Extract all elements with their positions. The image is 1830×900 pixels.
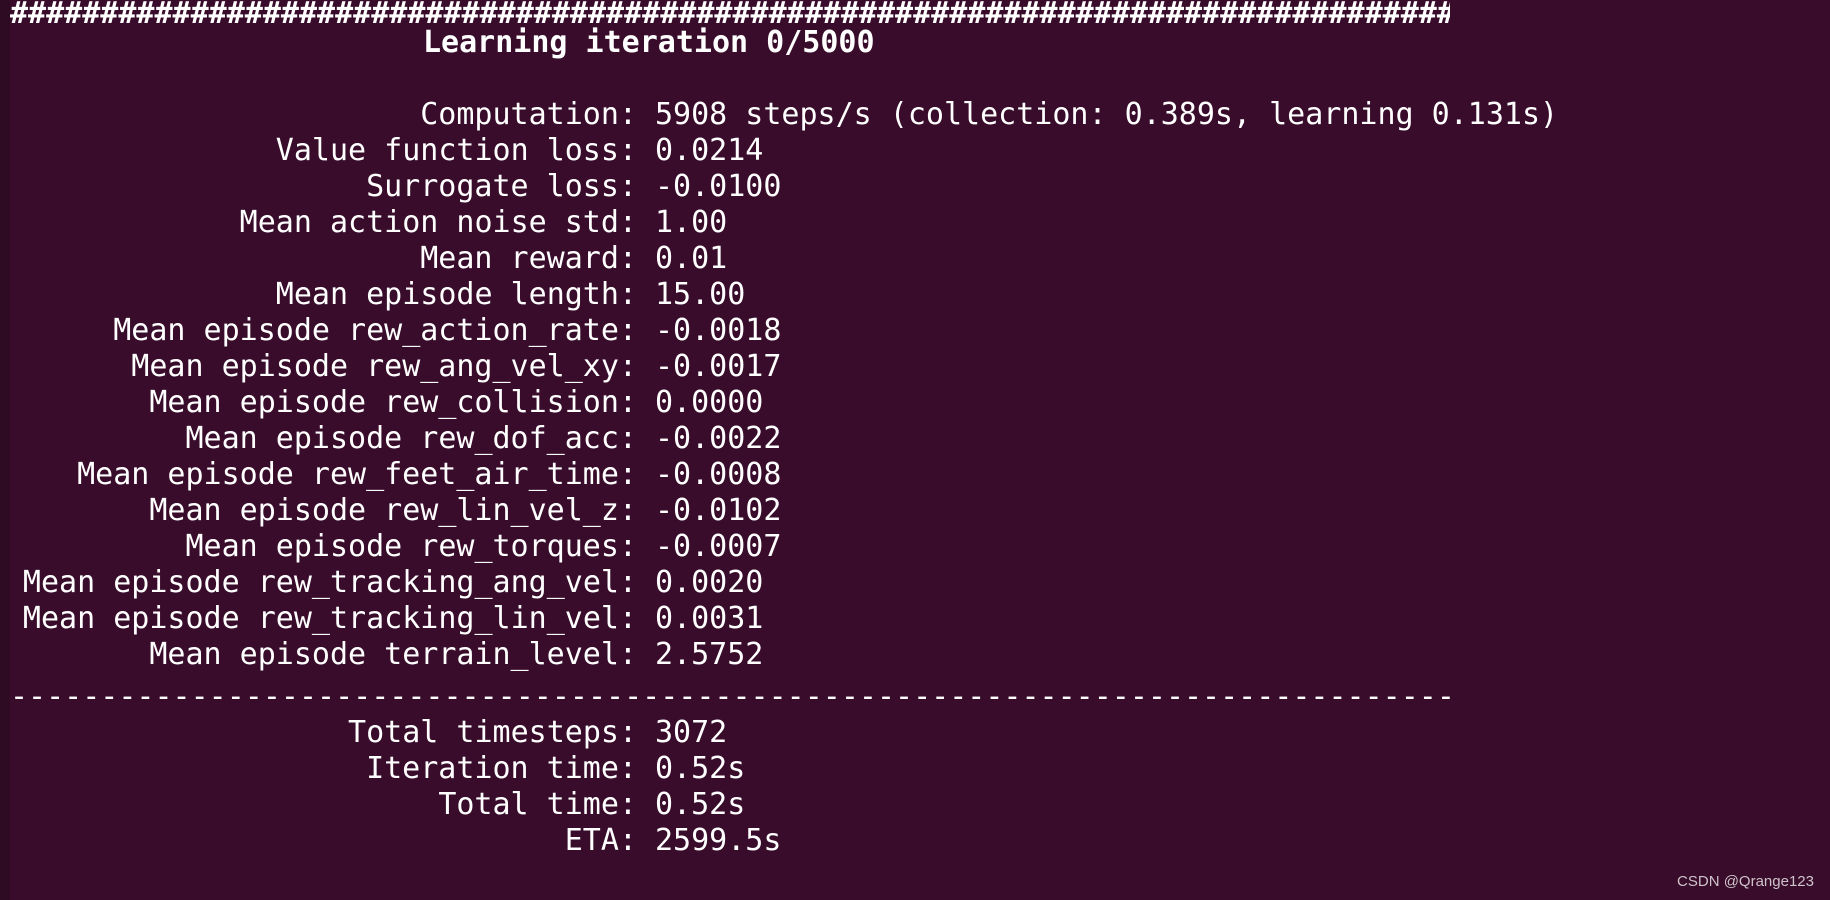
terminal-window[interactable]: ########################################… (0, 0, 1830, 900)
stat-value: 1.00 (655, 205, 728, 240)
stat-value: 15.00 (655, 277, 746, 312)
summary-row: Total timesteps: 3072 (10, 715, 727, 751)
stat-row: Mean episode rew_ang_vel_xy: -0.0017 (10, 349, 781, 385)
stat-row: Mean episode rew_tracking_ang_vel: 0.0020 (10, 565, 763, 601)
summary-label: Total timesteps: (348, 715, 637, 750)
summary-label: Iteration time: (366, 751, 637, 786)
stat-row: Value function loss: 0.0214 (10, 133, 764, 169)
stat-label: Mean episode rew_tracking_ang_vel: (22, 565, 637, 600)
learning-iteration-title: Learning iteration 0/5000 (423, 25, 875, 60)
stat-value: -0.0022 (655, 421, 782, 456)
watermark: CSDN @Qrange123 (1677, 873, 1814, 890)
stat-label: Mean episode rew_action_rate: (113, 313, 637, 348)
stat-value: -0.0100 (655, 169, 782, 204)
summary-value: 2599.5s (655, 823, 782, 858)
stat-label: Value function loss: (275, 133, 637, 168)
stat-label: Mean episode rew_torques: (185, 529, 637, 564)
stat-value: 0.0000 (655, 385, 764, 420)
stat-label: Surrogate loss: (366, 169, 637, 204)
stat-value: -0.0007 (655, 529, 782, 564)
stat-value: 0.0214 (655, 133, 764, 168)
stat-row: Mean episode length: 15.00 (10, 277, 746, 313)
summary-value: 3072 (655, 715, 728, 750)
summary-value: 0.52s (655, 787, 746, 822)
stat-value: -0.0008 (655, 457, 782, 492)
stat-row: Surrogate loss: -0.0100 (10, 169, 781, 205)
summary-label: ETA: (564, 823, 637, 858)
stat-label: Mean episode rew_dof_acc: (185, 421, 637, 456)
stat-row: Mean action noise std: 1.00 (10, 205, 728, 241)
stat-label: Mean episode rew_lin_vel_z: (149, 493, 637, 528)
stat-label: Computation: (420, 97, 637, 132)
stat-value: -0.0102 (655, 493, 782, 528)
stat-row: Mean reward: 0.01 (10, 241, 727, 277)
stat-row: Mean episode rew_action_rate: -0.0018 (10, 313, 781, 349)
summary-value: 0.52s (655, 751, 746, 786)
stat-row: Mean episode rew_feet_air_time: -0.0008 (10, 457, 781, 493)
stat-row: Mean episode rew_dof_acc: -0.0022 (10, 421, 781, 457)
stat-row: Computation: 5908 steps/s (collection: 0.… (10, 97, 1558, 133)
stat-row: Mean episode terrain_level: 2.5752 (10, 637, 763, 673)
stat-label: Mean episode rew_feet_air_time: (77, 457, 637, 492)
stat-value: 2.5752 (655, 637, 764, 672)
stat-label: Mean episode rew_collision: (149, 385, 637, 420)
stat-label: Mean action noise std: (239, 205, 637, 240)
stat-value: -0.0017 (655, 349, 782, 384)
stat-value: 5908 steps/s (collection: 0.389s, learni… (655, 97, 1559, 132)
stat-label: Mean episode length: (275, 277, 637, 312)
stat-row: Mean episode rew_collision: 0.0000 (10, 385, 763, 421)
stat-label: Mean episode rew_tracking_lin_vel: (22, 601, 637, 636)
stat-value: 0.01 (655, 241, 728, 276)
stat-value: 0.0031 (655, 601, 764, 636)
stat-label: Mean episode terrain_level: (149, 637, 637, 672)
stat-label: Mean reward: (420, 241, 637, 276)
divider-rule: ----------------------------------------… (10, 679, 1450, 714)
summary-row: Iteration time: 0.52s (10, 751, 745, 787)
summary-row: Total time: 0.52s (10, 787, 745, 823)
terminal-left-edge (0, 0, 10, 900)
summary-label: Total time: (438, 787, 637, 822)
stat-row: Mean episode rew_tracking_lin_vel: 0.0031 (10, 601, 763, 637)
stat-value: -0.0018 (655, 313, 782, 348)
stat-label: Mean episode rew_ang_vel_xy: (131, 349, 637, 384)
stat-row: Mean episode rew_torques: -0.0007 (10, 529, 781, 565)
summary-row: ETA: 2599.5s (10, 823, 782, 859)
stat-row: Mean episode rew_lin_vel_z: -0.0102 (10, 493, 781, 529)
stat-value: 0.0020 (655, 565, 764, 600)
